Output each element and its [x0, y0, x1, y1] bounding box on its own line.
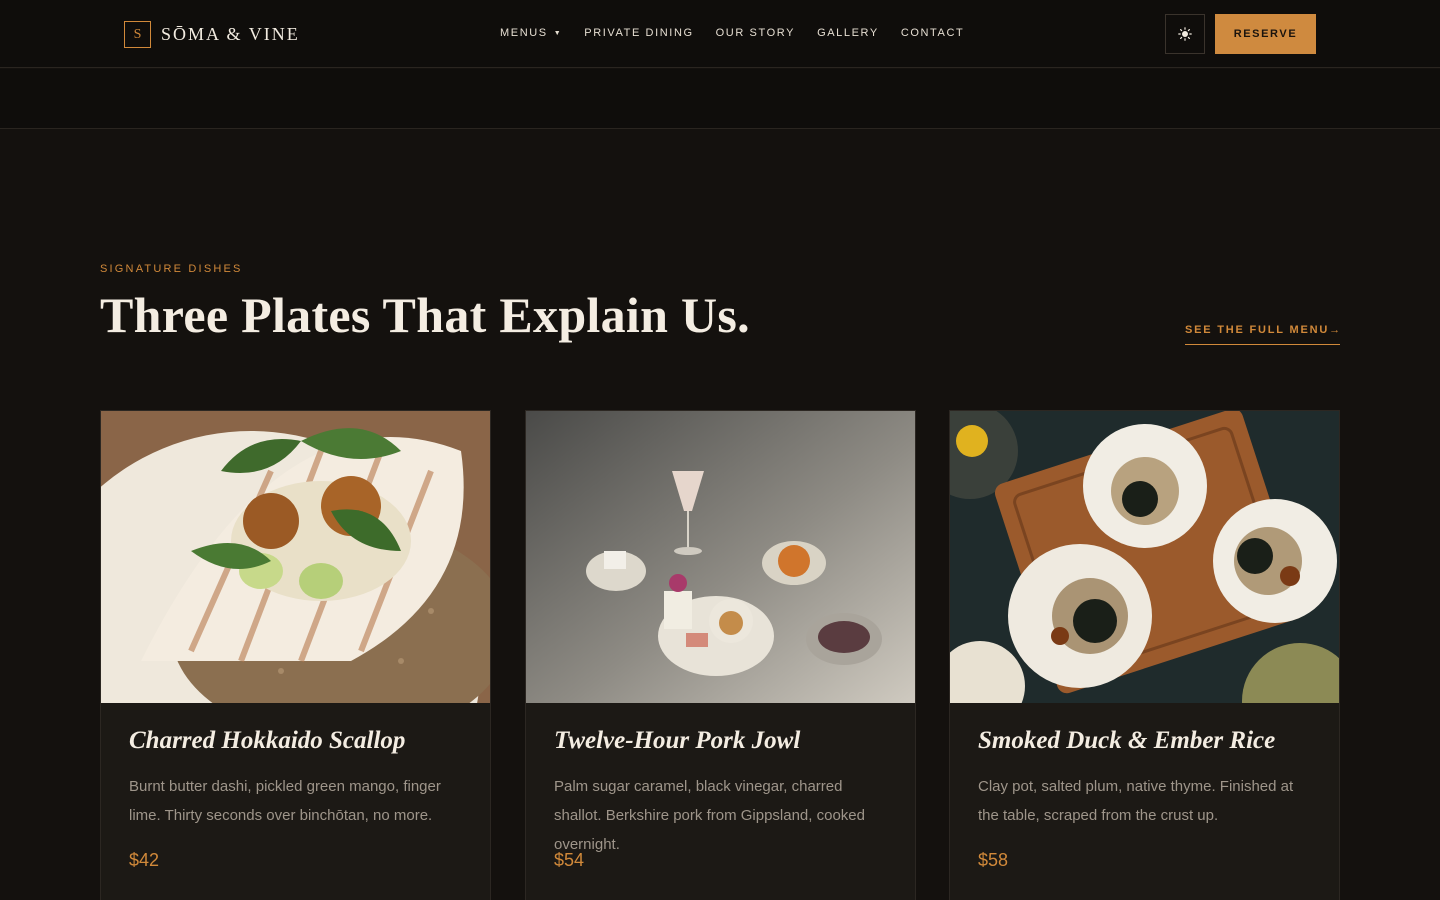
top-navigation: S SŌMA & VINE MENUS ▼ PRIVATE DINING OUR…: [0, 0, 1440, 68]
section-eyebrow: SIGNATURE DISHES: [100, 263, 243, 275]
nav-link-gallery[interactable]: GALLERY: [817, 27, 879, 39]
brand-mark: S: [124, 21, 151, 48]
nav-link-menus[interactable]: MENUS ▼: [500, 27, 562, 39]
plated-tasting-dishes-photo: [526, 411, 915, 703]
dish-card[interactable]: Smoked Duck & Ember Rice Clay pot, salte…: [949, 410, 1340, 900]
brand-logo[interactable]: S SŌMA & VINE: [124, 21, 300, 48]
dish-title: Smoked Duck & Ember Rice: [978, 727, 1276, 754]
dish-price: $42: [129, 850, 160, 870]
scallops-on-board-photo: [950, 411, 1339, 703]
dish-title: Charred Hokkaido Scallop: [129, 727, 406, 754]
scallop-in-shell-photo: [101, 411, 490, 703]
secondary-bar: [0, 69, 1440, 129]
dish-price: $54: [554, 850, 585, 870]
nav-link-our-story[interactable]: OUR STORY: [716, 27, 795, 39]
dish-price: $58: [978, 850, 1009, 870]
dish-card[interactable]: Charred Hokkaido Scallop Burnt butter da…: [100, 410, 491, 900]
dish-card[interactable]: Twelve-Hour Pork Jowl Palm sugar caramel…: [525, 410, 916, 900]
dish-description: Burnt butter dashi, pickled green mango,…: [129, 778, 441, 824]
brand-name: SŌMA & VINE: [161, 24, 300, 44]
chevron-down-icon: ▼: [553, 29, 563, 37]
section-headline: Three Plates That Explain Us.: [100, 287, 750, 343]
theme-toggle-button[interactable]: [1165, 14, 1205, 54]
dish-description: Palm sugar caramel, black vinegar, charr…: [554, 778, 865, 853]
nav-link-private-dining[interactable]: PRIVATE DINING: [584, 27, 693, 39]
see-full-menu-link[interactable]: SEE THE FULL MENU→: [1185, 324, 1340, 345]
nav-link-contact[interactable]: CONTACT: [901, 27, 965, 39]
dish-description: Clay pot, salted plum, native thyme. Fin…: [978, 778, 1294, 824]
nav-links: MENUS ▼ PRIVATE DINING OUR STORY GALLERY…: [500, 27, 986, 39]
sun-icon: [1178, 27, 1192, 41]
dish-title: Twelve-Hour Pork Jowl: [554, 727, 801, 754]
reserve-button[interactable]: RESERVE: [1215, 14, 1316, 54]
nav-link-label: MENUS: [500, 27, 548, 39]
